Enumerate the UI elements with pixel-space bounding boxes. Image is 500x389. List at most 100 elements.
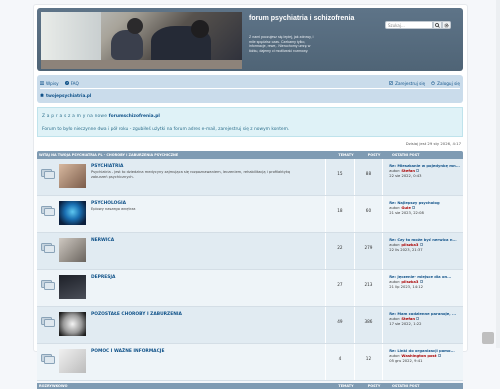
- breadcrumb: twojepsychiatria.pl: [40, 90, 460, 100]
- header-forum[interactable]: WITAJ NA TWOJA PSYCHIATRIA PL - CHOROBY …: [37, 153, 332, 157]
- category-name[interactable]: ROZRYWKOWO: [37, 384, 332, 388]
- breadcrumb-home[interactable]: twojepsychiatria.pl: [40, 93, 91, 98]
- forum-last-post: Re: Mieszkanie w pojedynkę mn... autor: S…: [383, 159, 463, 195]
- search-button[interactable]: [433, 21, 442, 29]
- forum-topic-count: 15: [326, 159, 355, 195]
- home-icon: [40, 93, 44, 97]
- forum-row: POMOC I WAŻNE INFORMACJE 4 12 Re: Linki do …: [37, 344, 463, 381]
- search-form: Szukaj...: [385, 21, 451, 29]
- forum-main: PSYCHIATRIA Psychiatria - jest to dziedzi…: [37, 159, 327, 195]
- header-posts: POSTY: [367, 153, 381, 157]
- page-scrollbar[interactable]: [496, 0, 500, 348]
- faq-label: FAQ: [70, 80, 79, 86]
- login-link[interactable]: Zaloguj się: [431, 81, 460, 86]
- last-post-date: 22 sie 2022, 0:43: [389, 174, 422, 178]
- quick-links-label: Wpisy: [46, 80, 59, 86]
- forum-post-count: 213: [355, 270, 384, 306]
- author-link[interactable]: Gule: [401, 206, 410, 210]
- last-post-date: 05 gru 2022, 9:41: [389, 359, 423, 363]
- forum-table-header: WITAJ NA TWOJA PSYCHIATRIA PL - CHOROBY …: [37, 151, 463, 159]
- forum-description: Epiowy naszego wnętrza: [91, 207, 136, 211]
- category-header: ROZRYWKOWO TEMATY POSTY OSTATNI POST: [37, 383, 463, 389]
- forum-topic-count: 49: [326, 307, 355, 343]
- category-topics: TEMATY: [338, 384, 354, 388]
- view-latest-icon[interactable]: [416, 169, 420, 172]
- edit-icon: [389, 81, 393, 85]
- search-input[interactable]: Szukaj...: [385, 21, 433, 29]
- forum-row: POZOSTAŁE CHOROBY I ZABURZENIA 49 386 Re: M…: [37, 307, 463, 344]
- settings-widget[interactable]: [482, 332, 494, 344]
- page-wrapper: forum psychiatria i schizofrenia Z nami …: [33, 4, 468, 389]
- site-description: Z nami poczujesz się lepiej, jak zdrowy,…: [249, 35, 314, 53]
- forum-image[interactable]: [59, 312, 86, 336]
- forum-title-link[interactable]: POMOC I WAŻNE INFORMACJE: [91, 349, 164, 354]
- forum-last-post: Re: Jęczenie- miejsce dla on... autor: pl…: [383, 270, 463, 306]
- header-banner-image[interactable]: [41, 12, 242, 69]
- view-latest-icon[interactable]: [419, 280, 423, 283]
- author-link[interactable]: pliszka3: [401, 243, 418, 247]
- author-link[interactable]: pliszka3: [401, 280, 418, 284]
- search-icon: [435, 22, 440, 28]
- register-label: Zarejestruj się: [395, 80, 426, 86]
- announcement-site-link[interactable]: forumschizofrenia.pl: [109, 114, 160, 119]
- current-date: Dzisiaj jest 29 sty 2026, 4:17: [405, 141, 461, 146]
- forum-topic-count: 27: [326, 270, 355, 306]
- forum-row: PSYCHOLOGIA Epiowy naszego wnętrza 18 60 Re:…: [37, 196, 463, 233]
- announcement-line1: Z a p r a s z a m y na nowe forumschizof…: [42, 114, 160, 119]
- forum-post-count: 386: [355, 307, 384, 343]
- forum-list: WITAJ NA TWOJA PSYCHIATRIA PL - CHOROBY …: [37, 151, 463, 389]
- login-label: Zaloguj się: [437, 80, 460, 86]
- forum-title-link[interactable]: NERWICA: [91, 238, 114, 243]
- last-post-date: 22 lis 2023, 21:37: [389, 248, 423, 252]
- forum-main: PSYCHOLOGIA Epiowy naszego wnętrza: [37, 196, 327, 232]
- view-latest-icon[interactable]: [412, 206, 416, 209]
- forum-title-link[interactable]: PSYCHIATRIA: [91, 164, 123, 169]
- forum-read-icon: [41, 354, 55, 364]
- menu-icon: [40, 81, 44, 85]
- forum-topic-count: 18: [326, 196, 355, 232]
- help-icon: ?: [64, 81, 69, 85]
- power-icon: [431, 81, 435, 85]
- forum-title-link[interactable]: POZOSTAŁE CHOROBY I ZABURZENIA: [91, 312, 182, 317]
- forum-topic-count: 4: [326, 344, 355, 380]
- forum-image[interactable]: [59, 201, 86, 225]
- nav-top-row: Wpisy ? FAQ Zarejestruj się Zaloguj się: [40, 78, 460, 89]
- forum-main: POZOSTAŁE CHOROBY I ZABURZENIA: [37, 307, 327, 343]
- site-title[interactable]: forum psychiatria i schizofrenia: [249, 15, 359, 23]
- author-link[interactable]: Stefan: [401, 317, 415, 321]
- forum-post-count: 279: [355, 233, 384, 269]
- author-link[interactable]: Stefan: [401, 169, 415, 173]
- header-last-post: OSTATNI POST: [392, 153, 420, 157]
- header-topics: TEMATY: [338, 153, 354, 157]
- banner-person-left: [111, 30, 143, 60]
- forum-row: DEPRESJA 27 213 Re: Jęczenie- miejsce dla o…: [37, 270, 463, 307]
- advanced-search-button[interactable]: [442, 21, 451, 29]
- forum-post-count: 88: [355, 159, 384, 195]
- forum-main: POMOC I WAŻNE INFORMACJE: [37, 344, 327, 380]
- last-post-date: 21 sie 2023, 22:08: [389, 211, 424, 215]
- quick-links-menu[interactable]: Wpisy: [40, 81, 59, 86]
- forum-row: PSYCHIATRIA Psychiatria - jest to dziedzi…: [37, 159, 463, 196]
- forum-post-count: 60: [355, 196, 384, 232]
- forum-image[interactable]: [59, 164, 86, 188]
- forum-title-link[interactable]: PSYCHOLOGIA: [91, 201, 126, 206]
- forum-title-link[interactable]: DEPRESJA: [91, 275, 115, 280]
- view-latest-icon[interactable]: [416, 317, 420, 320]
- author-prefix: autor:: [389, 317, 401, 321]
- forum-description: Psychiatria - jest to dziedzina medycyny…: [91, 170, 291, 179]
- forum-image[interactable]: [59, 238, 86, 262]
- view-latest-icon[interactable]: [437, 354, 441, 357]
- view-latest-icon[interactable]: [419, 243, 423, 246]
- navbar: Wpisy ? FAQ Zarejestruj się Zaloguj się: [37, 75, 463, 103]
- faq-link[interactable]: ? FAQ: [64, 80, 79, 86]
- author-link[interactable]: Washington post: [401, 354, 436, 358]
- forum-main: DEPRESJA: [37, 270, 327, 306]
- forum-read-icon: [41, 317, 55, 327]
- forum-post-count: 12: [355, 344, 384, 380]
- forum-image[interactable]: [59, 349, 86, 373]
- forum-image[interactable]: [59, 275, 86, 299]
- banner-table: [41, 60, 242, 69]
- register-link[interactable]: Zarejestruj się: [389, 81, 425, 86]
- forum-last-post: Re: Mam codzienne paranoje, ... autor: St…: [383, 307, 463, 343]
- author-prefix: autor:: [389, 354, 401, 358]
